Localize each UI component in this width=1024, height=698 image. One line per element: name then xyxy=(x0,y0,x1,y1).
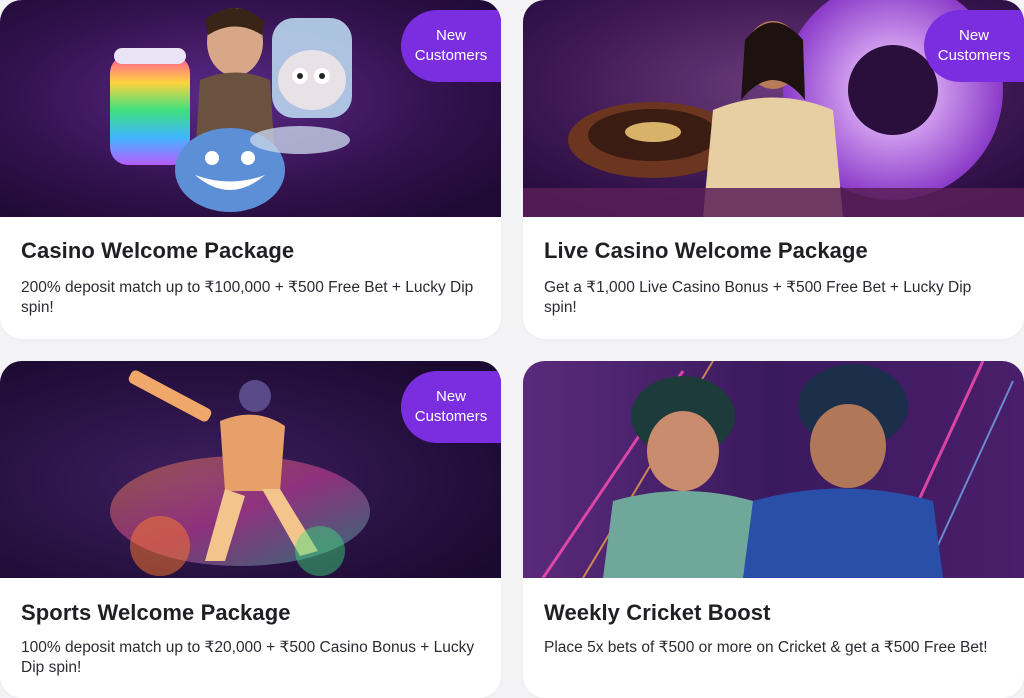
card-description: Place 5x bets of ₹500 or more on Cricket… xyxy=(544,639,988,656)
card-description: Get a ₹1,000 Live Casino Bonus + ₹500 Fr… xyxy=(544,279,972,316)
live-casino-hero-image: New Customers xyxy=(523,0,1024,217)
badge-line-2: Customers xyxy=(937,47,1011,64)
card-title: Weekly Cricket Boost xyxy=(544,600,771,625)
badge-line-1: New xyxy=(958,27,989,44)
badge-line-1: New xyxy=(435,27,466,44)
card-title: Live Casino Welcome Package xyxy=(544,238,868,263)
new-customers-badge: New Customers xyxy=(401,10,501,82)
casino-hero-image: New Customers xyxy=(0,0,501,217)
promo-card-sports-welcome[interactable]: New Customers Sports Welcome Package 100… xyxy=(0,361,501,698)
cricket-players-neon-illustration xyxy=(523,361,1024,578)
cricket-boost-hero-image xyxy=(523,361,1024,578)
promo-card-weekly-cricket-boost[interactable]: Weekly Cricket Boost Place 5x bets of ₹5… xyxy=(523,361,1024,698)
badge-line-2: Customers xyxy=(414,408,488,425)
card-title: Casino Welcome Package xyxy=(21,238,295,263)
badge-line-1: New xyxy=(435,388,466,405)
promo-card-live-casino-welcome[interactable]: New Customers Live Casino Welcome Packag… xyxy=(523,0,1024,339)
new-customers-badge: New Customers xyxy=(401,371,501,443)
sports-hero-image: New Customers xyxy=(0,361,501,578)
promo-card-casino-welcome[interactable]: New Customers Casino Welcome Package 200… xyxy=(0,0,501,339)
card-title: Sports Welcome Package xyxy=(21,600,291,625)
new-customers-badge: New Customers xyxy=(924,10,1024,82)
card-description: 100% deposit match up to ₹20,000 + ₹500 … xyxy=(21,639,475,676)
promotions-grid: New Customers Casino Welcome Package 200… xyxy=(0,0,1024,698)
badge-line-2: Customers xyxy=(414,47,488,64)
card-description: 200% deposit match up to ₹100,000 + ₹500… xyxy=(21,279,474,316)
